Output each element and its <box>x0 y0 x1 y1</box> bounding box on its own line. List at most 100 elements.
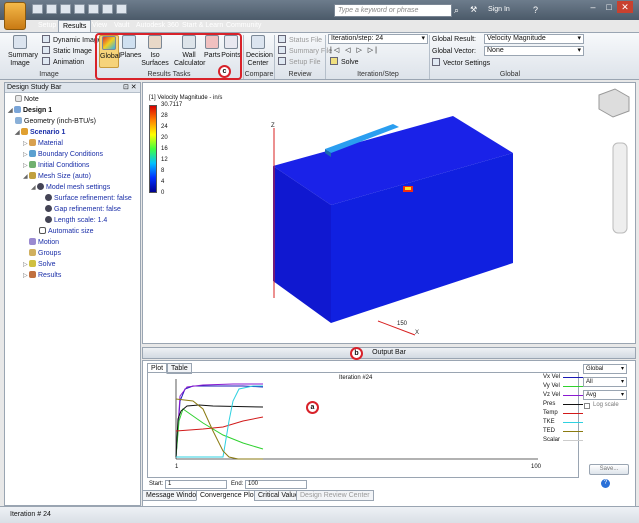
start-input[interactable]: 1 <box>165 480 227 489</box>
graphics-viewport[interactable]: [1] Velocity Magnitude - in/s 30.7117 28… <box>142 82 636 344</box>
axis-z-label: Z <box>271 123 275 129</box>
average-combo[interactable]: Avg <box>583 390 627 400</box>
note-icon <box>15 95 22 102</box>
setup-file-icon <box>278 57 286 65</box>
series-vy-vel <box>175 408 264 458</box>
vector-settings-button[interactable]: Vector Settings <box>432 58 490 68</box>
dynamic-image-icon <box>42 35 50 43</box>
summary-image-button[interactable]: Summary Image <box>8 35 38 68</box>
info-icon <box>37 183 44 190</box>
tree-boundary-conditions[interactable]: ▷ Boundary Conditions <box>23 150 103 160</box>
design-study-bar-title: Design Study Bar <box>5 83 140 93</box>
group-label-image: Image <box>39 71 59 78</box>
group-label-global: Global <box>499 71 521 78</box>
tree-solve[interactable]: ▷ Solve <box>23 260 56 270</box>
help-icon[interactable]: ? <box>601 479 610 488</box>
static-image-icon <box>42 46 50 54</box>
legend-pres: Pres <box>543 401 556 407</box>
sign-in-link[interactable]: Sign In <box>488 5 510 15</box>
dynamic-image-button[interactable]: Dynamic Image <box>42 35 102 45</box>
camera-icon <box>13 35 27 49</box>
setup-file-button[interactable]: Setup File <box>278 57 321 67</box>
series-ted <box>175 398 263 460</box>
output-panel: Plot Table Iteration #24 1 100 Vx Vel Vy… <box>142 360 636 507</box>
decision-center-button[interactable]: Decision Center <box>246 35 273 68</box>
status-bar: Iteration # 24 <box>0 506 639 523</box>
tree-note[interactable]: Note <box>15 95 39 104</box>
global-result-label: Global Result: <box>432 36 476 43</box>
global-vector-combo[interactable]: None <box>484 46 584 56</box>
group-label-compare: Compare <box>244 71 274 78</box>
tab-autodesk-360[interactable]: Autodesk 360 <box>132 20 183 32</box>
save-icon[interactable] <box>60 4 71 14</box>
new-icon[interactable] <box>32 4 43 14</box>
tree-automatic-size[interactable]: Automatic size <box>39 227 94 236</box>
iteration-step-combo[interactable]: Iteration/step: 24 <box>328 34 428 44</box>
scope-combo[interactable]: Global <box>583 364 627 374</box>
series-vz-vel <box>175 383 263 458</box>
tree-model-mesh-settings[interactable]: ◢ Model mesh settings <box>31 183 110 193</box>
boundary-conditions-icon <box>29 150 36 157</box>
axis-x-label: X <box>415 330 420 336</box>
tab-start-learn[interactable]: Start & Learn <box>178 20 227 32</box>
solve-button[interactable]: Solve <box>330 57 359 67</box>
global-result-combo[interactable]: Velocity Magnitude <box>484 34 584 44</box>
output-bar-header[interactable]: Output Bar <box>142 347 636 359</box>
group-label-iteration: Iteration/Step <box>357 71 399 78</box>
tab-setup[interactable]: Setup <box>34 20 60 32</box>
search-icon[interactable]: ⌕ <box>454 4 468 16</box>
minimize-button[interactable]: – <box>585 1 601 13</box>
tree-motion[interactable]: Motion <box>23 238 59 247</box>
tree-groups[interactable]: Groups <box>23 249 61 258</box>
motion-icon <box>29 238 36 245</box>
tree-gap-refinement[interactable]: Gap refinement: false <box>45 205 121 214</box>
x-axis-end-label: 100 <box>531 464 542 470</box>
print-icon[interactable] <box>102 4 113 14</box>
search-input[interactable]: Type a keyword or phrase <box>334 4 452 17</box>
close-button[interactable]: ✕ <box>617 1 633 13</box>
decision-center-icon <box>251 35 265 49</box>
end-input[interactable]: 100 <box>245 480 307 489</box>
tab-results[interactable]: Results <box>58 20 92 32</box>
save-button[interactable]: Save... <box>589 464 629 475</box>
tree-material[interactable]: ▷ Material <box>23 139 63 149</box>
exchange-icon[interactable]: ⚒ <box>470 4 477 16</box>
tree-results[interactable]: ▷ Results <box>23 271 61 281</box>
help-icon[interactable]: ? <box>533 4 538 16</box>
open-icon[interactable] <box>46 4 57 14</box>
series-vx-vel <box>175 385 264 458</box>
checkbox-icon <box>39 227 46 234</box>
callout-b: b <box>350 347 363 360</box>
design-icon <box>14 106 21 113</box>
log-scale-checkbox[interactable] <box>584 403 590 409</box>
tab-vault[interactable]: Vault <box>110 20 133 32</box>
tree-design[interactable]: ◢ Design 1 <box>8 106 52 116</box>
legend-vy-vel: Vy Vel <box>543 383 560 389</box>
tab-community[interactable]: Community <box>222 20 265 32</box>
tab-convergence-plot[interactable]: Convergence Plot <box>196 490 260 501</box>
tree-length-scale[interactable]: Length scale: 1.4 <box>45 216 107 225</box>
title-bar: Type a keyword or phrase ⌕ ⚒ Sign In ? –… <box>0 0 639 20</box>
application-menu-button[interactable] <box>4 2 26 30</box>
settings-icon[interactable] <box>116 4 127 14</box>
redo-icon[interactable] <box>88 4 99 14</box>
tree-scenario[interactable]: ◢ Scenario 1 <box>15 128 65 138</box>
tree-geometry[interactable]: Geometry (inch-BTU/s) <box>15 117 96 126</box>
tab-view[interactable]: View <box>88 20 111 32</box>
tree-mesh-size[interactable]: ◢ Mesh Size (auto) <box>23 172 91 182</box>
maximize-button[interactable]: □ <box>601 1 617 13</box>
log-scale-label: Log scale <box>593 402 619 408</box>
x-axis-start-label: 1 <box>175 464 179 470</box>
tab-design-review-center[interactable]: Design Review Center <box>296 490 374 501</box>
filter-combo[interactable]: All <box>583 377 627 387</box>
tree-surface-refinement[interactable]: Surface refinement: false <box>45 194 132 203</box>
pin-icon[interactable]: ⊡ ✕ <box>123 83 137 93</box>
animation-button[interactable]: Animation <box>42 57 84 67</box>
status-file-button[interactable]: Status File <box>278 35 322 45</box>
vector-settings-icon <box>432 58 440 66</box>
step-navigation[interactable]: |◁ ◁ ▷ ▷| <box>330 46 379 55</box>
initial-conditions-icon <box>29 161 36 168</box>
static-image-button[interactable]: Static Image <box>42 46 92 56</box>
tree-initial-conditions[interactable]: ▷ Initial Conditions <box>23 161 89 171</box>
undo-icon[interactable] <box>74 4 85 14</box>
